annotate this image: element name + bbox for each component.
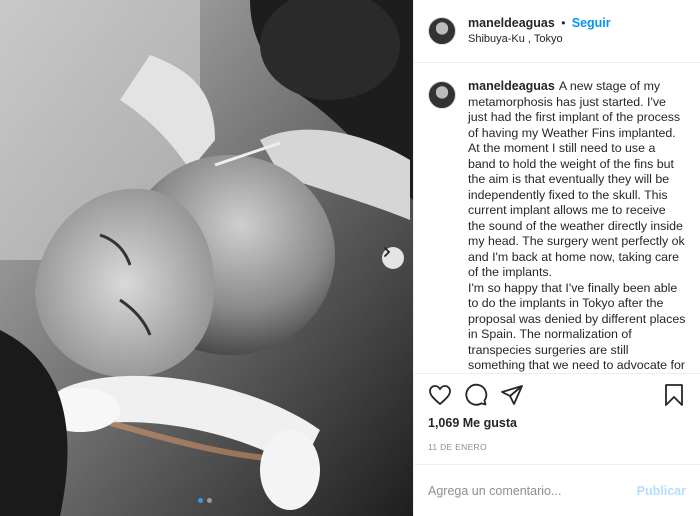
header-text: maneldeaguas • Seguir Shibuya-Ku , Tokyo — [468, 15, 611, 47]
caption-avatar[interactable] — [428, 81, 456, 109]
post-actions: 1,069 Me gusta 11 DE ENERO — [414, 373, 700, 452]
post-date: 11 DE ENERO — [428, 442, 487, 452]
post-header: maneldeaguas • Seguir Shibuya-Ku , Tokyo — [414, 0, 700, 63]
caption: maneldeaguas A new stage of my metamorpho… — [468, 79, 686, 373]
carousel-dot — [207, 498, 212, 503]
avatar[interactable] — [428, 17, 456, 45]
instagram-post: maneldeaguas • Seguir Shibuya-Ku , Tokyo… — [0, 0, 700, 516]
location-link[interactable]: Shibuya-Ku , Tokyo — [468, 31, 611, 47]
username-link[interactable]: maneldeaguas — [468, 16, 555, 30]
share-icon[interactable] — [500, 383, 524, 407]
caption-text-continued: I'm so happy that I've finally been able… — [468, 280, 686, 373]
surgery-photo — [0, 0, 413, 516]
chevron-right-icon — [384, 247, 390, 257]
publish-button[interactable]: Publicar — [637, 484, 686, 498]
bookmark-icon[interactable] — [662, 383, 686, 407]
caption-username[interactable]: maneldeaguas — [468, 79, 555, 93]
add-comment-bar: Publicar — [414, 464, 700, 516]
follow-button[interactable]: Seguir — [572, 16, 611, 30]
heart-icon[interactable] — [428, 383, 452, 407]
carousel-indicator — [198, 498, 212, 503]
carousel-dot-active — [198, 498, 203, 503]
comment-input[interactable] — [428, 483, 637, 498]
post-photo[interactable] — [0, 0, 413, 516]
comments-section[interactable]: maneldeaguas A new stage of my metamorpho… — [414, 63, 700, 373]
comment-icon[interactable] — [464, 383, 488, 407]
likes-count[interactable]: 1,069 Me gusta — [428, 416, 686, 430]
post-panel: maneldeaguas • Seguir Shibuya-Ku , Tokyo… — [413, 0, 700, 516]
header-separator: • — [561, 16, 566, 30]
carousel-next-button[interactable] — [382, 247, 404, 269]
action-icons — [428, 382, 686, 408]
caption-text: A new stage of my metamorphosis has just… — [468, 79, 685, 279]
